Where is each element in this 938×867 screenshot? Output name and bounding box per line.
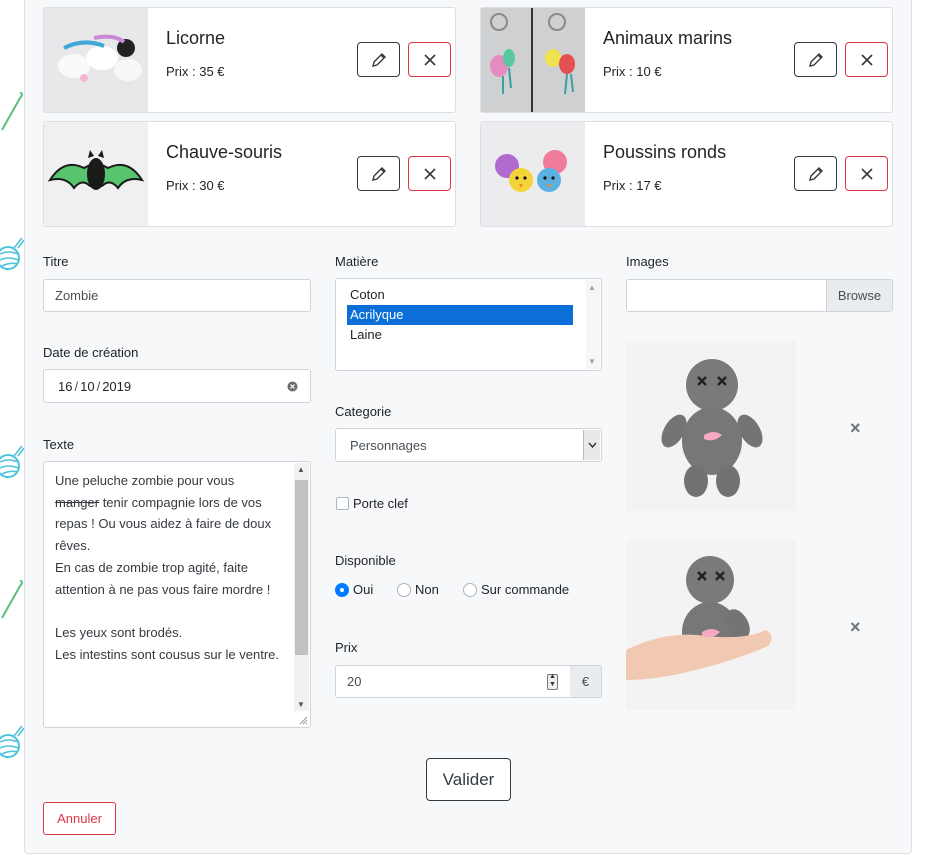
date-month: 10 bbox=[80, 378, 95, 394]
pencil-icon bbox=[371, 52, 386, 67]
pencil-icon bbox=[371, 166, 386, 181]
product-thumbnail bbox=[481, 8, 585, 112]
delete-button[interactable] bbox=[845, 156, 888, 191]
product-name: Animaux marins bbox=[603, 28, 733, 48]
quantity-stepper[interactable]: ▲ ▼ bbox=[547, 673, 558, 690]
texte-line: En cas de zombie trop agité, faite atten… bbox=[55, 559, 271, 597]
titre-input[interactable]: Zombie bbox=[43, 279, 311, 312]
remove-image-button[interactable]: × bbox=[850, 617, 861, 638]
radio-sur-commande-label: Sur commande bbox=[481, 582, 570, 597]
chevron-down-icon bbox=[587, 442, 597, 448]
texte-line: Les intestins sont cousus sur le ventre. bbox=[55, 646, 280, 662]
close-icon bbox=[423, 167, 436, 180]
date-separator: / bbox=[96, 378, 101, 394]
radio-non-label: Non bbox=[415, 582, 439, 597]
delete-button[interactable] bbox=[408, 156, 451, 191]
date-separator: / bbox=[74, 378, 79, 394]
edit-button[interactable] bbox=[357, 156, 400, 191]
texte-textarea[interactable]: Une peluche zombie pour vous manger teni… bbox=[43, 461, 311, 728]
texte-content: Une peluche zombie pour vous manger teni… bbox=[55, 470, 295, 665]
porte-clef-label: Porte clef bbox=[353, 496, 408, 511]
matiere-option-selected[interactable]: Acrilyque bbox=[347, 305, 573, 325]
radio-oui-label: Oui bbox=[353, 582, 374, 597]
matiere-listbox[interactable]: Coton Acrilyque Laine ▲ ▼ bbox=[335, 278, 602, 371]
radio-sur-commande[interactable] bbox=[463, 583, 477, 597]
date-input[interactable]: 16 / 10 / 2019 bbox=[43, 369, 311, 403]
texte-strikethrough: manger bbox=[55, 494, 100, 510]
edit-button[interactable] bbox=[357, 42, 400, 77]
titre-label: Titre bbox=[43, 254, 69, 269]
edit-button[interactable] bbox=[794, 42, 837, 77]
prix-label: Prix bbox=[335, 640, 358, 655]
browse-button[interactable]: Browse bbox=[826, 280, 892, 311]
texte-line: Une peluche zombie pour vous bbox=[55, 473, 235, 488]
uploaded-image bbox=[626, 540, 796, 710]
resize-handle-icon[interactable] bbox=[299, 716, 308, 725]
scrollbar-thumb[interactable] bbox=[295, 480, 308, 655]
titre-value: Zombie bbox=[55, 288, 99, 303]
product-price: Prix : 10 € bbox=[603, 64, 662, 79]
product-card: Animaux marins Prix : 10 € bbox=[480, 7, 893, 113]
remove-image-button[interactable]: × bbox=[850, 418, 861, 439]
porte-clef-checkbox[interactable] bbox=[336, 497, 349, 510]
yarn-doodle-icon bbox=[0, 725, 24, 758]
date-label: Date de création bbox=[43, 345, 139, 360]
scroll-up-icon[interactable]: ▲ bbox=[297, 465, 305, 474]
prix-value: 20 bbox=[347, 674, 362, 689]
images-file-input[interactable]: Browse bbox=[626, 279, 893, 312]
images-label: Images bbox=[626, 254, 669, 269]
crochet-hook-doodle-icon bbox=[1, 92, 23, 131]
product-name: Poussins ronds bbox=[603, 142, 727, 162]
edit-button[interactable] bbox=[794, 156, 837, 191]
product-thumbnail bbox=[481, 122, 585, 226]
delete-button[interactable] bbox=[408, 42, 451, 77]
categorie-select[interactable]: Personnages bbox=[335, 428, 602, 462]
product-card: Licorne Prix : 35 € bbox=[43, 7, 456, 113]
uploaded-image bbox=[626, 341, 796, 511]
stepper-down-icon[interactable]: ▼ bbox=[549, 681, 556, 688]
product-thumbnail bbox=[44, 8, 148, 112]
stepper-up-icon[interactable]: ▲ bbox=[549, 673, 556, 680]
select-dropdown-button[interactable] bbox=[583, 430, 600, 460]
crochet-hook-doodle-icon bbox=[1, 580, 23, 619]
radio-oui[interactable] bbox=[335, 583, 349, 597]
matiere-label: Matière bbox=[335, 254, 379, 269]
prix-unit: € bbox=[570, 665, 602, 698]
delete-button[interactable] bbox=[845, 42, 888, 77]
product-price: Prix : 35 € bbox=[166, 64, 225, 79]
disponible-label: Disponible bbox=[335, 553, 396, 568]
product-price: Prix : 30 € bbox=[166, 178, 225, 193]
valider-button[interactable]: Valider bbox=[426, 758, 511, 801]
texte-label: Texte bbox=[43, 437, 75, 452]
scroll-down-icon[interactable]: ▼ bbox=[297, 700, 305, 709]
date-day: 16 bbox=[58, 378, 73, 394]
yarn-doodle-icon bbox=[0, 237, 24, 270]
yarn-doodle-icon bbox=[0, 445, 24, 478]
product-card: Poussins ronds Prix : 17 € bbox=[480, 121, 893, 227]
clear-date-icon[interactable] bbox=[287, 381, 298, 392]
scroll-up-icon[interactable]: ▲ bbox=[588, 283, 596, 292]
categorie-value: Personnages bbox=[350, 437, 427, 453]
matiere-scrollbar[interactable]: ▲ ▼ bbox=[586, 280, 600, 369]
radio-non[interactable] bbox=[397, 583, 411, 597]
close-icon bbox=[860, 53, 873, 66]
product-thumbnail bbox=[44, 122, 148, 226]
matiere-option[interactable]: Laine bbox=[347, 325, 573, 345]
product-card: Chauve-souris Prix : 30 € bbox=[43, 121, 456, 227]
matiere-option[interactable]: Coton bbox=[347, 285, 573, 305]
product-name: Licorne bbox=[166, 28, 226, 48]
close-icon bbox=[860, 167, 873, 180]
texte-line: Les yeux sont brodés. bbox=[55, 624, 183, 640]
pencil-icon bbox=[808, 166, 823, 181]
product-name: Chauve-souris bbox=[166, 142, 283, 162]
close-icon bbox=[423, 53, 436, 66]
date-year: 2019 bbox=[102, 378, 132, 394]
categorie-label: Categorie bbox=[335, 404, 392, 419]
texte-scrollbar[interactable]: ▲ ▼ bbox=[294, 463, 309, 711]
prix-input[interactable]: 20 ▲ ▼ bbox=[335, 665, 571, 698]
scroll-down-icon[interactable]: ▼ bbox=[588, 357, 596, 366]
product-price: Prix : 17 € bbox=[603, 178, 662, 193]
pencil-icon bbox=[808, 52, 823, 67]
annuler-button[interactable]: Annuler bbox=[43, 802, 116, 835]
